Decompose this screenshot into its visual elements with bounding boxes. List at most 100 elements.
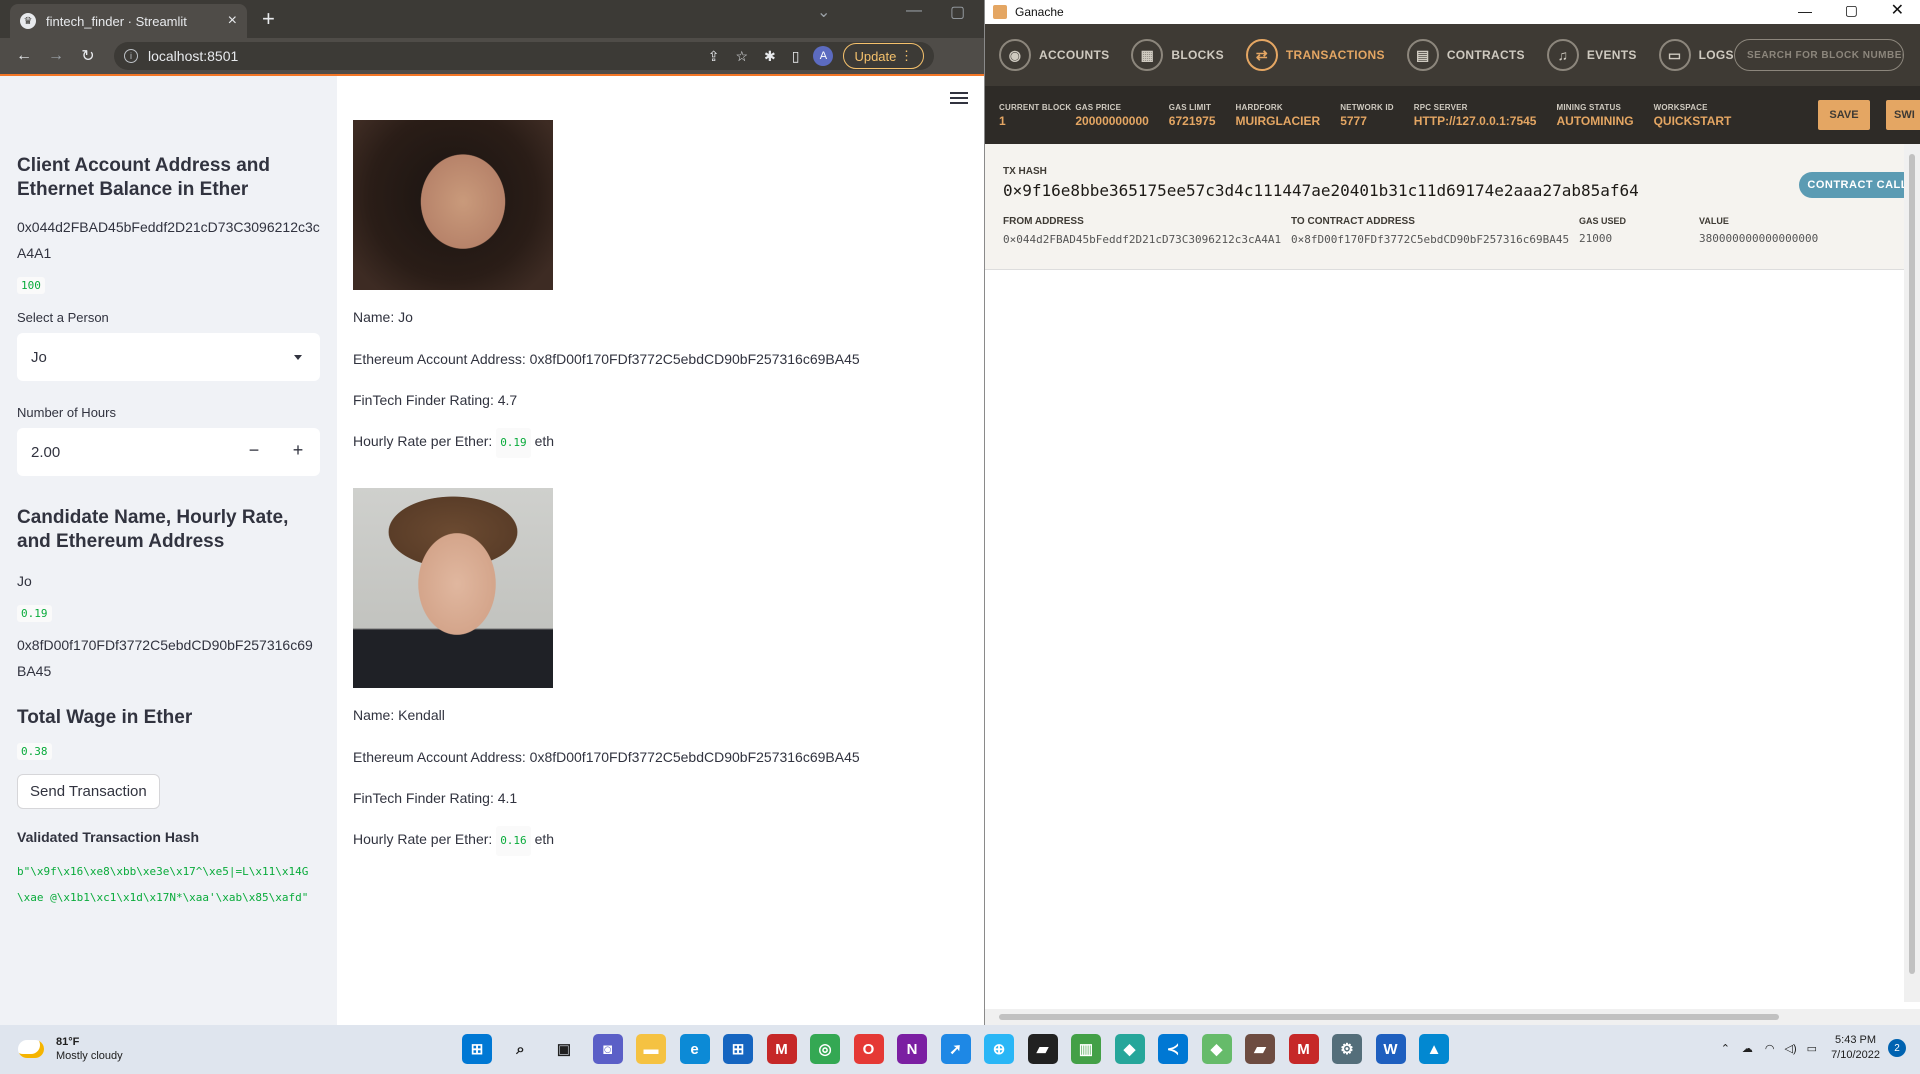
teams-chat-icon[interactable]: ◙ [592,1034,623,1064]
task-view-icon[interactable]: ▣ [549,1034,579,1064]
close-icon[interactable]: ✕ [1891,0,1904,20]
store-icon[interactable]: ⊞ [723,1034,753,1064]
increment-button[interactable]: + [286,440,310,461]
client-address: 0x044d2FBAD45bFeddf2D21cD73C3096212c3cA4… [17,219,320,261]
profile-avatar[interactable]: A [813,46,834,66]
scroll-thumb[interactable] [999,1014,1779,1020]
reload-icon[interactable]: ↻ [74,46,102,66]
contracts-icon: ▤ [1406,39,1439,71]
nav-label: TRANSACTIONS [1285,48,1385,62]
onedrive-icon[interactable]: ☁ [1742,1042,1753,1055]
vscode-icon[interactable]: ≺ [1158,1034,1188,1064]
battery-icon[interactable]: ▭ [1807,1042,1817,1055]
app-icon[interactable]: ⊕ [984,1034,1014,1064]
search-placeholder: SEARCH FOR BLOCK NUMBERS OR TX HASHES [1747,49,1903,61]
nav-logs[interactable]: ▭ LOGS [1658,39,1734,71]
send-transaction-button[interactable]: Send Transaction [17,774,160,809]
chevron-up-icon[interactable]: ⌃ [1721,1042,1730,1055]
bookmark-star-icon[interactable]: ☆ [735,48,748,65]
vertical-scrollbar[interactable] [1904,144,1920,1002]
ganache-taskbar-icon[interactable]: ▰ [1245,1034,1275,1064]
nav-transactions[interactable]: ⇄ TRANSACTIONS [1245,39,1385,71]
mcafee-icon[interactable]: M [766,1034,797,1064]
person-select-value: Jo [31,348,47,366]
stat-value: 6721975 [1168,113,1216,128]
horizontal-scrollbar[interactable] [985,1009,1920,1025]
update-label: Update [854,48,897,64]
extensions-icon[interactable]: ✱ [764,48,776,65]
new-tab-icon[interactable]: + [262,6,275,32]
clock[interactable]: 5:43 PM 7/10/2022 [1831,1033,1880,1063]
stat-rpc-server: RPC SERVER HTTP://127.0.0.1:7545 [1414,103,1537,128]
minimize-icon[interactable]: — [1798,3,1812,19]
tab-search-icon[interactable]: ⌄ [817,2,830,22]
address-bar[interactable]: i localhost:8501 ⇪ ☆ ✱ ▯ A Update ⋮ [114,42,934,70]
edge-icon[interactable]: e [679,1034,710,1064]
nav-accounts[interactable]: ◉ ACCOUNTS [999,39,1109,71]
candidate-rating-line: FinTech Finder Rating: 4.7 [353,392,518,408]
word-icon[interactable]: W [1375,1034,1406,1064]
candidate-rate-line: Hourly Rate per Ether: 0.16 eth [353,826,984,856]
update-button[interactable]: Update ⋮ [843,43,924,69]
to-address: 0×8fD00f170FDf3772C5ebdCD90bF257316c69BA… [1291,233,1570,246]
transaction-card[interactable]: TX HASH 0×9f16e8bbe365175ee57c3d4c111447… [985,144,1920,270]
onenote-icon[interactable]: N [897,1034,927,1064]
ganache-window: Ganache — ▢ ✕ ◉ ACCOUNTS ▦ BLOCKS ⇄ TRANSAC… [984,0,1920,1025]
stat-value: HTTP://127.0.0.1:7545 [1413,113,1537,128]
validated-header: Validated Transaction Hash [17,829,200,845]
stat-key: HARDFORK [1235,102,1283,112]
candidate-address-line: Ethereum Account Address: 0x8fD00f170FDf… [353,351,860,367]
sidebar: Client Account Address and Ethernet Bala… [0,76,337,1025]
weather-widget[interactable]: 81°F Mostly cloudy [18,1035,123,1063]
close-tab-icon[interactable]: × [228,12,237,30]
decrement-button[interactable]: − [242,440,266,461]
save-button[interactable]: SAVE [1818,100,1870,130]
git-app-icon[interactable]: ◆ [1114,1034,1145,1064]
stat-value: QUICKSTART [1653,113,1732,128]
maximize-icon[interactable]: ▢ [950,2,965,22]
settings-gear-icon[interactable]: ⚙ [1332,1034,1362,1064]
hamburger-menu-icon[interactable] [950,92,968,107]
photos-icon[interactable]: ▲ [1419,1034,1449,1064]
candidate-rate: 0.19 [17,605,52,622]
sourcetree-icon[interactable]: ◆ [1201,1034,1232,1064]
messenger-icon[interactable]: ➚ [940,1034,971,1064]
side-panel-icon[interactable]: ▯ [792,48,800,65]
client-balance: 100 [17,277,45,294]
sticky-notes-icon[interactable]: ▰ [1027,1034,1058,1064]
volume-icon[interactable]: ◁) [1785,1042,1797,1055]
chrome-icon[interactable]: ◎ [810,1034,840,1064]
start-windows-icon[interactable]: ⊞ [462,1034,492,1064]
back-icon[interactable]: ← [10,47,38,65]
to-label: TO CONTRACT ADDRESS [1291,216,1415,227]
person-select[interactable]: Jo [17,333,320,381]
search-input[interactable]: SEARCH FOR BLOCK NUMBERS OR TX HASHES [1734,39,1904,71]
scroll-thumb[interactable] [1909,154,1915,974]
minimize-icon[interactable]: — [906,2,922,20]
share-icon[interactable]: ⇪ [708,48,720,65]
candidate-address-line: Ethereum Account Address: 0x8fD00f170FDf… [353,749,860,765]
stat-key: RPC SERVER [1413,102,1468,112]
forward-icon[interactable]: → [42,47,70,65]
system-tray: ⌃ ☁ ◠ ◁) ▭ 5:43 PM 7/10/2022 2 [1721,1033,1906,1063]
search-icon[interactable]: ⌕ [506,1034,536,1064]
office-icon[interactable]: O [853,1034,884,1064]
switch-button[interactable]: SWI [1886,100,1920,130]
transactions-icon: ⇄ [1245,39,1278,71]
chart-app-icon[interactable]: ▥ [1071,1034,1101,1064]
hours-value: 2.00 [31,443,61,461]
accounts-icon: ◉ [999,39,1031,71]
site-info-icon[interactable]: i [124,49,138,63]
nav-blocks[interactable]: ▦ BLOCKS [1131,39,1224,71]
file-explorer-icon[interactable]: ▬ [636,1034,666,1064]
notification-badge[interactable]: 2 [1888,1039,1906,1057]
nav-contracts[interactable]: ▤ CONTRACTS [1406,39,1525,71]
wifi-icon[interactable]: ◠ [1765,1042,1775,1055]
hours-stepper[interactable]: 2.00 − + [17,428,320,476]
rate-value: 0.19 [496,428,531,458]
mcafee-shield-icon[interactable]: M [1288,1034,1319,1064]
maximize-icon[interactable]: ▢ [1845,2,1858,19]
nav-events[interactable]: ♫ EVENTS [1546,39,1637,71]
browser-tab[interactable]: ♛ fintech_finder · Streamlit × [10,4,247,38]
stat-key: NETWORK ID [1340,102,1394,112]
